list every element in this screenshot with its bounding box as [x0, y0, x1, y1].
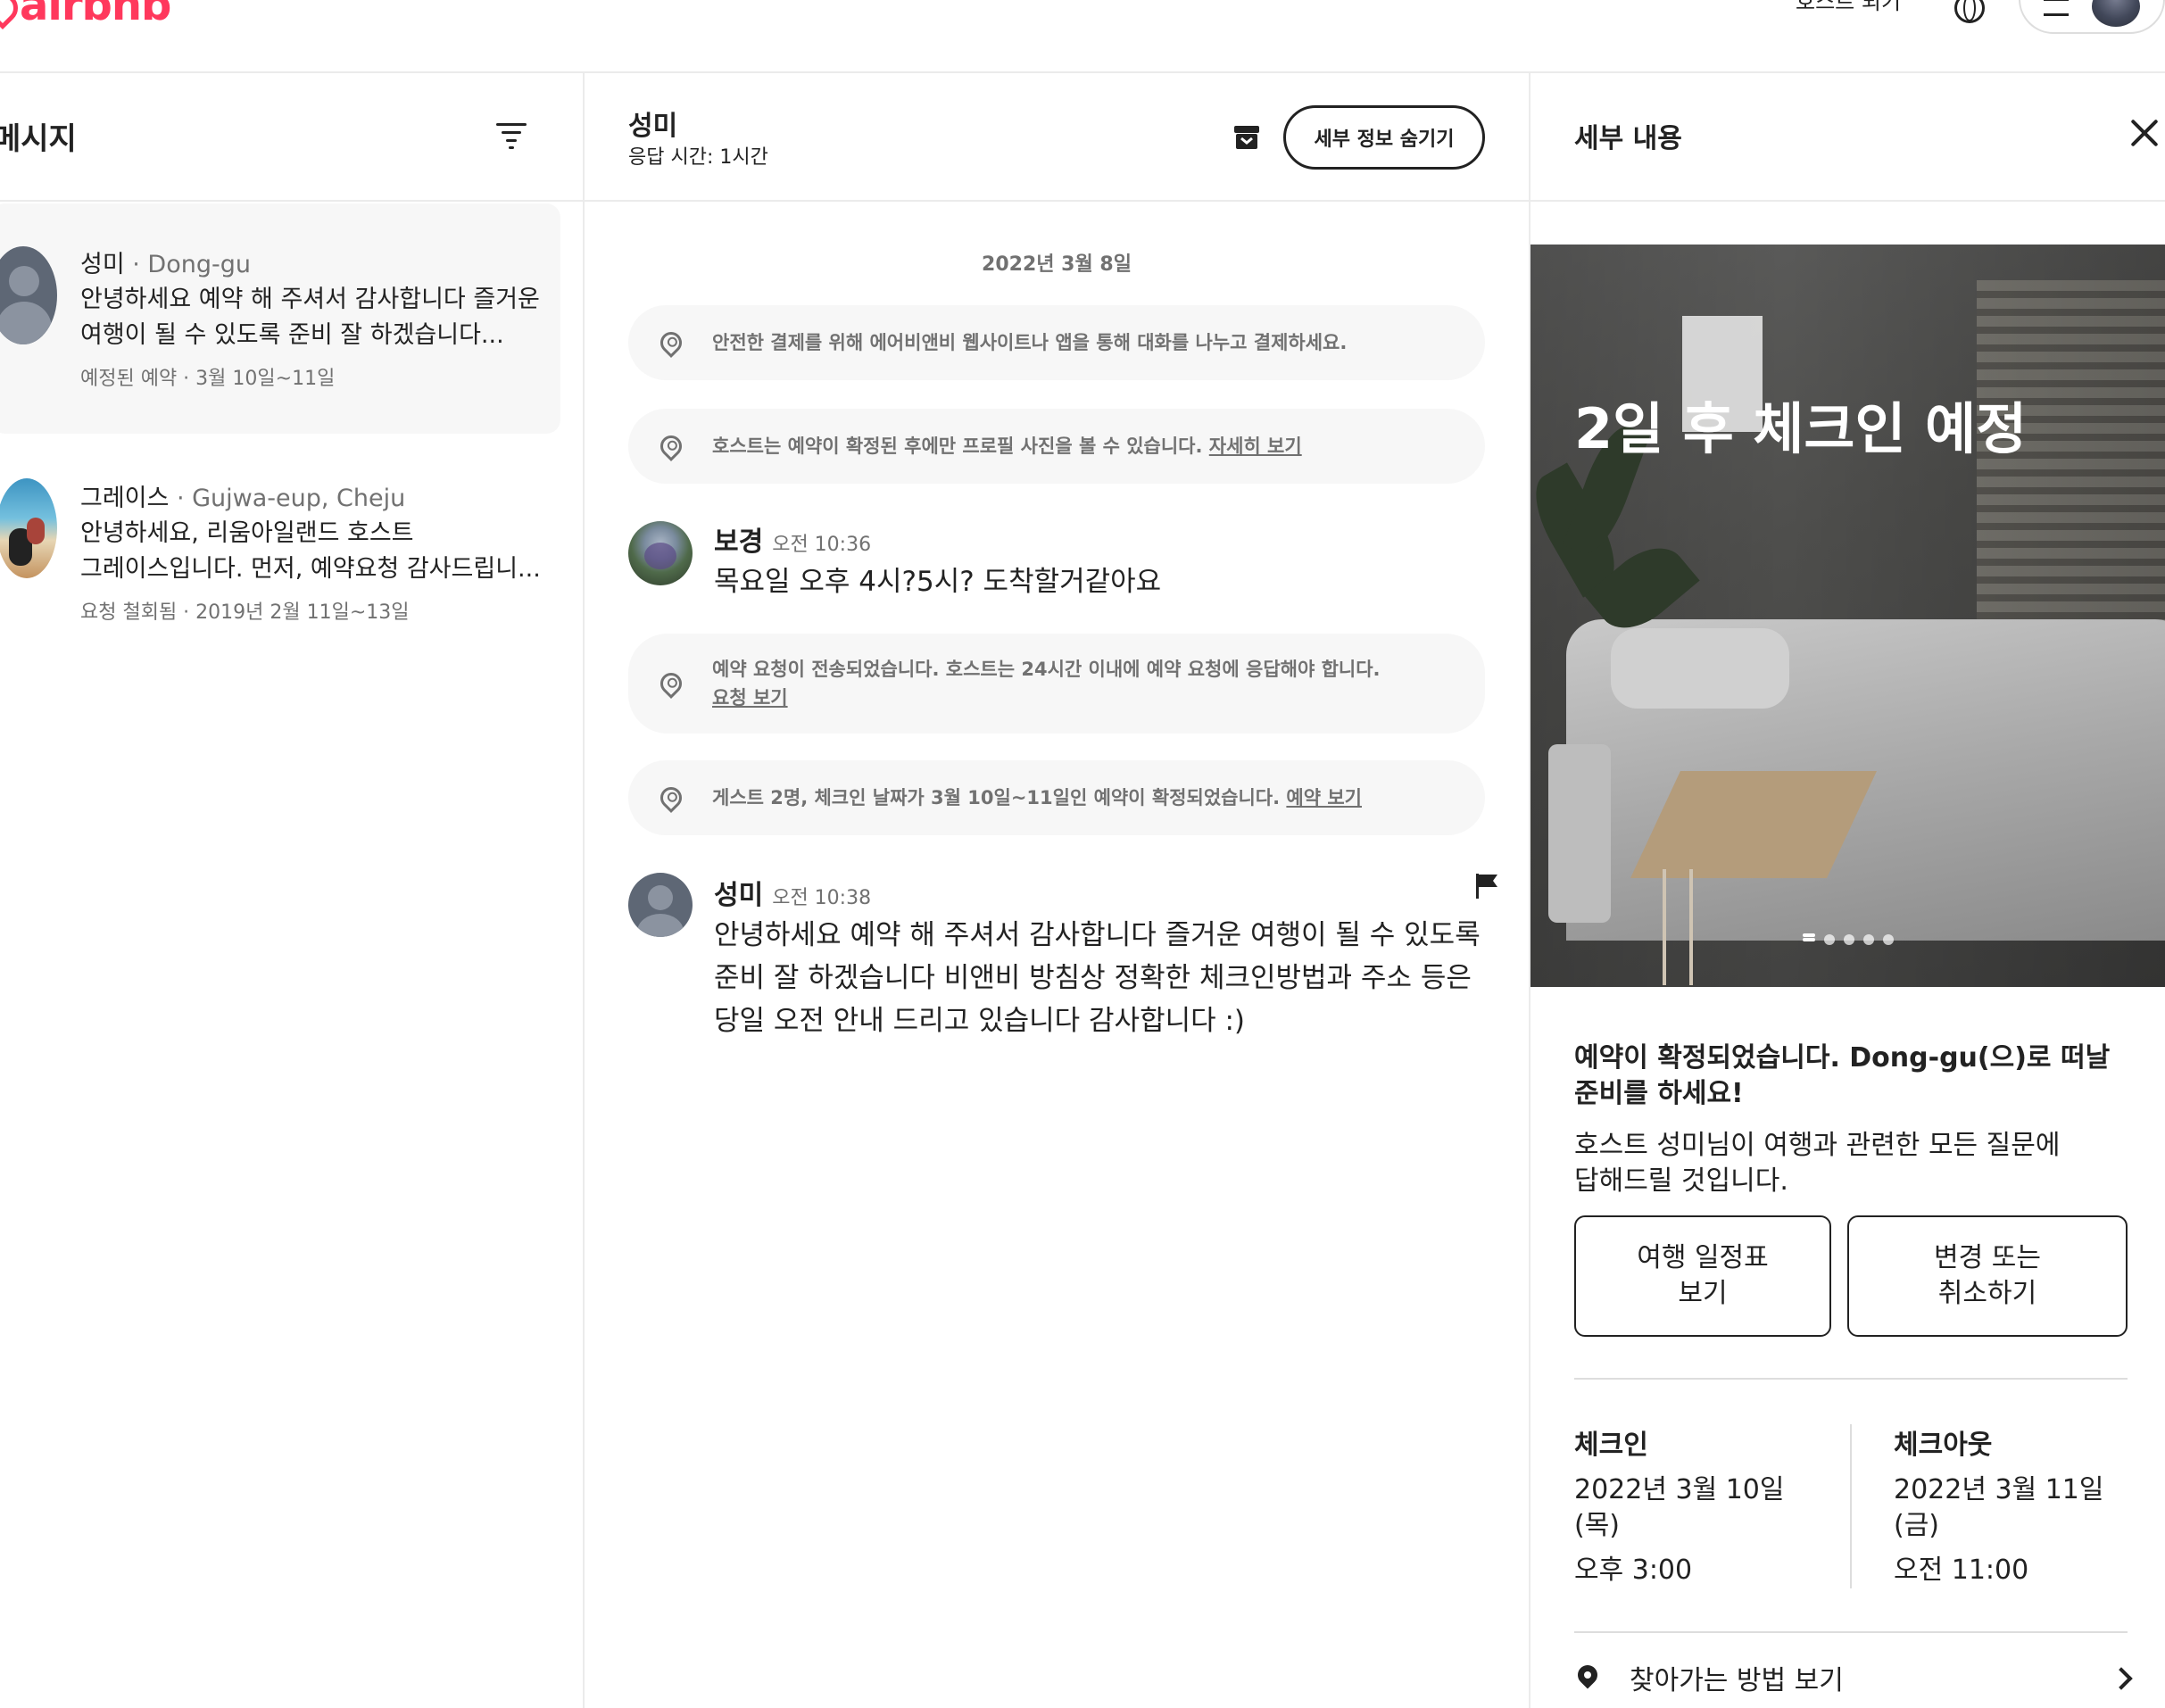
checkin-label: 체크인 — [1574, 1430, 1648, 1461]
inbox-title: 메시지 — [0, 121, 77, 157]
message-header: 성미 오전 10:38 — [714, 873, 871, 912]
conversation-meta: 요청 철회됨 · 2019년 2월 11일~13일 — [80, 601, 410, 624]
message-text: 목요일 오후 4시?5시? 도착할거같아요 — [714, 566, 1162, 598]
photo-carousel-dots[interactable] — [1803, 933, 1894, 946]
button-label-line: 취소하기 — [1937, 1278, 2037, 1309]
host-contact-line: 호스트 성미님이 여행과 관련한 모든 질문에 — [1574, 1130, 2061, 1161]
sender-avatar[interactable] — [628, 873, 693, 937]
carousel-dot[interactable] — [1844, 934, 1854, 945]
listing-photo[interactable] — [1530, 245, 2165, 987]
carousel-dot[interactable] — [1863, 934, 1874, 945]
conversation-meta: 예정된 예약 · 3월 10일~11일 — [80, 368, 336, 390]
message-text-line: 당일 오전 안내 드리고 있습니다 감사합니다 :) — [714, 1005, 1246, 1037]
system-message-text: 게스트 2명, 체크인 날짜가 3월 10일~11일인 예약이 확정되었습니다. — [712, 787, 1287, 808]
carousel-dot[interactable] — [1883, 934, 1894, 945]
conversation-name: 그레이스 · Gujwa-eup, Cheju — [80, 485, 406, 512]
archive-icon[interactable] — [1233, 125, 1260, 150]
message-text-line: 안녕하세요 예약 해 주셔서 감사합니다 즐거운 여행이 될 수 있도록 — [714, 919, 1481, 951]
airbnb-logo-icon — [656, 431, 686, 461]
system-message-text: 안전한 결제를 위해 에어비앤비 웹사이트나 앱을 통해 대화를 나누고 결제하… — [712, 332, 1348, 353]
button-label-line: 보기 — [1678, 1278, 1728, 1309]
filter-icon[interactable] — [496, 123, 527, 150]
booking-confirmed-text: 예약이 확정되었습니다. Dong-gu(으)로 떠날 준비를 하세요! — [1574, 1041, 2145, 1112]
checkout-label: 체크아웃 — [1894, 1430, 1993, 1461]
message-text-line: 준비 잘 하겠습니다 비앤비 방침상 정확한 체크인방법과 주소 등은 — [714, 962, 1472, 994]
button-label-line: 여행 일정표 — [1637, 1242, 1769, 1273]
checkout-date: 2022년 3월 11일 (금) — [1894, 1472, 2103, 1544]
checkout-day-line: (금) — [1894, 1510, 1940, 1541]
message-header: 보경 오전 10:36 — [714, 519, 871, 559]
checkout-date-line: 2022년 3월 11일 — [1894, 1474, 2104, 1505]
details-title: 세부 내용 — [1574, 123, 1682, 154]
checkout-time: 오전 11:00 — [1894, 1555, 2029, 1586]
system-message-text: 호스트는 예약이 확정된 후에만 프로필 사진을 볼 수 있습니다. — [712, 435, 1209, 457]
conversation-name: 성미 · Dong-gu — [80, 251, 251, 278]
conversation-preview-line: 안녕하세요, 리움아일랜드 호스트 — [80, 519, 414, 547]
section-divider — [1574, 1631, 2128, 1633]
checkin-date-line: 2022년 3월 10일 — [1574, 1474, 1785, 1505]
change-or-cancel-button[interactable]: 변경 또는취소하기 — [1847, 1215, 2128, 1337]
airbnb-logo-icon — [656, 668, 686, 699]
system-message: 호스트는 예약이 확정된 후에만 프로필 사진을 볼 수 있습니다. 자세히 보… — [628, 409, 1485, 484]
conversation-preview-line: 안녕하세요 예약 해 주셔서 감사합니다 즐거운 — [80, 286, 540, 313]
details-header-divider — [1530, 200, 2165, 202]
host-contact-text: 호스트 성미님이 여행과 관련한 모든 질문에 답해드릴 것입니다. — [1574, 1128, 2145, 1199]
carousel-dot[interactable] — [1824, 934, 1835, 945]
booking-confirmed-line: 준비를 하세요! — [1574, 1078, 1744, 1109]
airbnb-logo-icon — [656, 328, 686, 358]
checkin-countdown-heading: 2일 후 체크인 예정 — [1574, 396, 2028, 461]
message-sender: 성미 — [714, 880, 764, 911]
sender-avatar[interactable] — [628, 521, 693, 585]
message-sender: 보경 — [714, 526, 764, 558]
learn-more-link[interactable]: 자세히 보기 — [1209, 435, 1302, 457]
chat-date-divider: 2022년 3월 8일 — [982, 253, 1132, 276]
chat-header-divider — [585, 200, 1529, 202]
directions-link[interactable]: 찾아가는 방법 보기 — [1630, 1658, 1844, 1697]
view-reservation-link[interactable]: 예약 보기 — [1286, 787, 1362, 808]
conversation-preview-line: 그레이스입니다. 먼저, 예약요청 감사드립니... — [80, 555, 541, 583]
close-icon[interactable] — [2129, 118, 2160, 148]
checkin-day-line: (목) — [1574, 1510, 1621, 1541]
response-time: 응답 시간: 1시간 — [628, 146, 768, 169]
airbnb-logo-text[interactable]: airbnb — [20, 0, 171, 30]
system-message: 예약 요청이 전송되었습니다. 호스트는 24시간 이내에 예약 요청에 응답해… — [628, 634, 1485, 734]
become-host-link[interactable]: 호스트 되기 — [1796, 0, 1901, 15]
column-divider-left — [583, 71, 585, 1708]
flag-icon[interactable] — [1474, 873, 1499, 900]
carousel-dot-active[interactable] — [1803, 938, 1815, 941]
host-contact-line: 답해드릴 것입니다. — [1574, 1165, 1788, 1197]
checkin-date: 2022년 3월 10일 (목) — [1574, 1472, 1784, 1544]
button-label-line: 변경 또는 — [1934, 1242, 2041, 1273]
system-message-text: 예약 요청이 전송되었습니다. 호스트는 24시간 이내에 예약 요청에 응답해… — [712, 659, 1381, 680]
chat-contact-name: 성미 — [628, 111, 678, 142]
hamburger-menu-icon — [2044, 0, 2069, 16]
section-divider — [1574, 1378, 2128, 1380]
conversation-preview-line: 여행이 될 수 있도록 준비 잘 하겠습니다... — [80, 321, 504, 349]
checkin-checkout-divider — [1850, 1424, 1852, 1588]
hide-details-button[interactable]: 세부 정보 숨기기 — [1283, 105, 1485, 170]
message-time: 오전 10:36 — [772, 534, 872, 556]
booking-confirmed-line: 예약이 확정되었습니다. Dong-gu(으)로 떠날 — [1574, 1042, 2111, 1074]
view-itinerary-button[interactable]: 여행 일정표보기 — [1574, 1215, 1831, 1337]
view-request-link[interactable]: 요청 보기 — [712, 687, 788, 709]
system-message: 게스트 2명, 체크인 날짜가 3월 10일~11일인 예약이 확정되었습니다.… — [628, 760, 1485, 835]
system-message: 안전한 결제를 위해 에어비앤비 웹사이트나 앱을 통해 대화를 나누고 결제하… — [628, 305, 1485, 380]
message-time: 오전 10:38 — [772, 887, 872, 909]
checkin-time: 오후 3:00 — [1574, 1555, 1693, 1586]
airbnb-logo-icon — [656, 783, 686, 813]
inbox-header-divider — [0, 200, 583, 202]
